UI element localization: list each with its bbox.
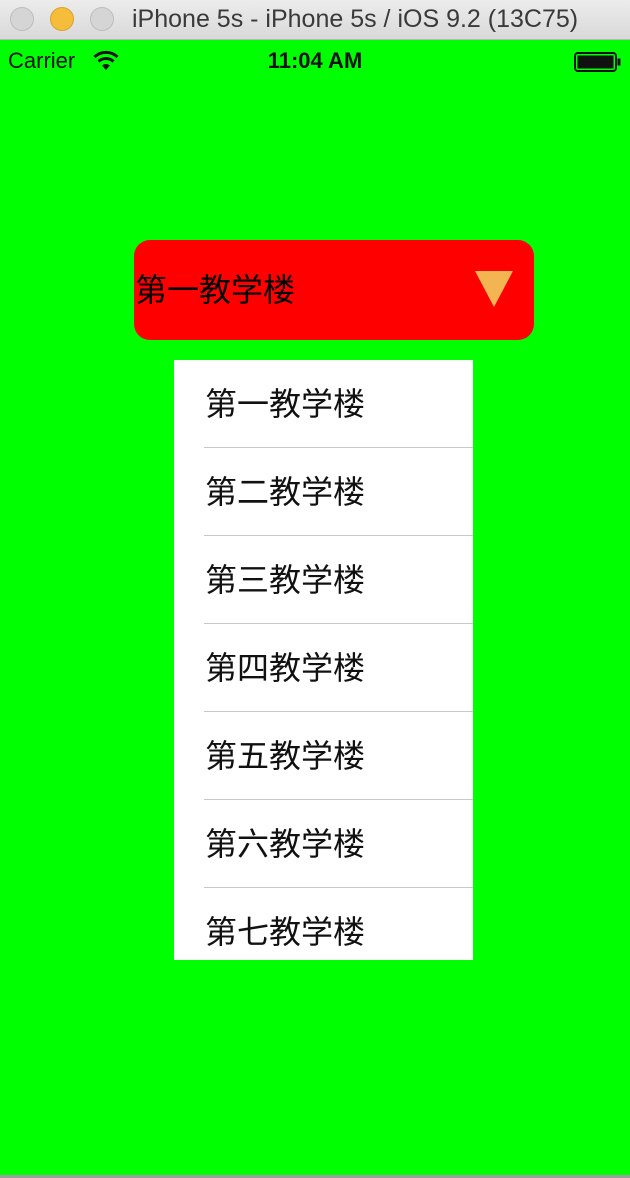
minimize-window-button[interactable] <box>50 7 74 31</box>
list-item[interactable]: 第七教学楼 <box>174 888 473 960</box>
zoom-window-button[interactable] <box>90 7 114 31</box>
list-item[interactable]: 第二教学楼 <box>174 448 473 536</box>
list-item[interactable]: 第五教学楼 <box>174 712 473 800</box>
window-title: iPhone 5s - iPhone 5s / iOS 9.2 (13C75) <box>132 5 579 33</box>
list-item-label: 第一教学楼 <box>205 385 366 423</box>
ios-status-bar: Carrier 11:04 AM <box>0 40 630 82</box>
list-item[interactable]: 第四教学楼 <box>174 624 473 712</box>
triangle-down-icon[interactable] <box>474 270 514 310</box>
list-item-label: 第三教学楼 <box>205 561 366 599</box>
battery-icon <box>574 52 621 72</box>
list-item-label: 第七教学楼 <box>205 913 366 951</box>
window-title-bar: iPhone 5s - iPhone 5s / iOS 9.2 (13C75) <box>0 0 630 40</box>
list-item-label: 第六教学楼 <box>205 825 366 863</box>
dropdown-selected-label: 第一教学楼 <box>135 271 296 309</box>
list-item-label: 第五教学楼 <box>205 737 366 775</box>
simulator-window: iPhone 5s - iPhone 5s / iOS 9.2 (13C75) … <box>0 0 630 1178</box>
list-item[interactable]: 第六教学楼 <box>174 800 473 888</box>
list-item-label: 第四教学楼 <box>205 649 366 687</box>
status-time: 11:04 AM <box>267 48 363 73</box>
list-item-label: 第二教学楼 <box>205 473 366 511</box>
list-item[interactable]: 第三教学楼 <box>174 536 473 624</box>
close-window-button[interactable] <box>10 7 34 31</box>
list-item[interactable]: 第一教学楼 <box>174 360 473 448</box>
dropdown-options-list[interactable]: 第一教学楼 第二教学楼 第三教学楼 第四教学楼 第五教学楼 第六教学楼 第七教学… <box>174 360 473 960</box>
